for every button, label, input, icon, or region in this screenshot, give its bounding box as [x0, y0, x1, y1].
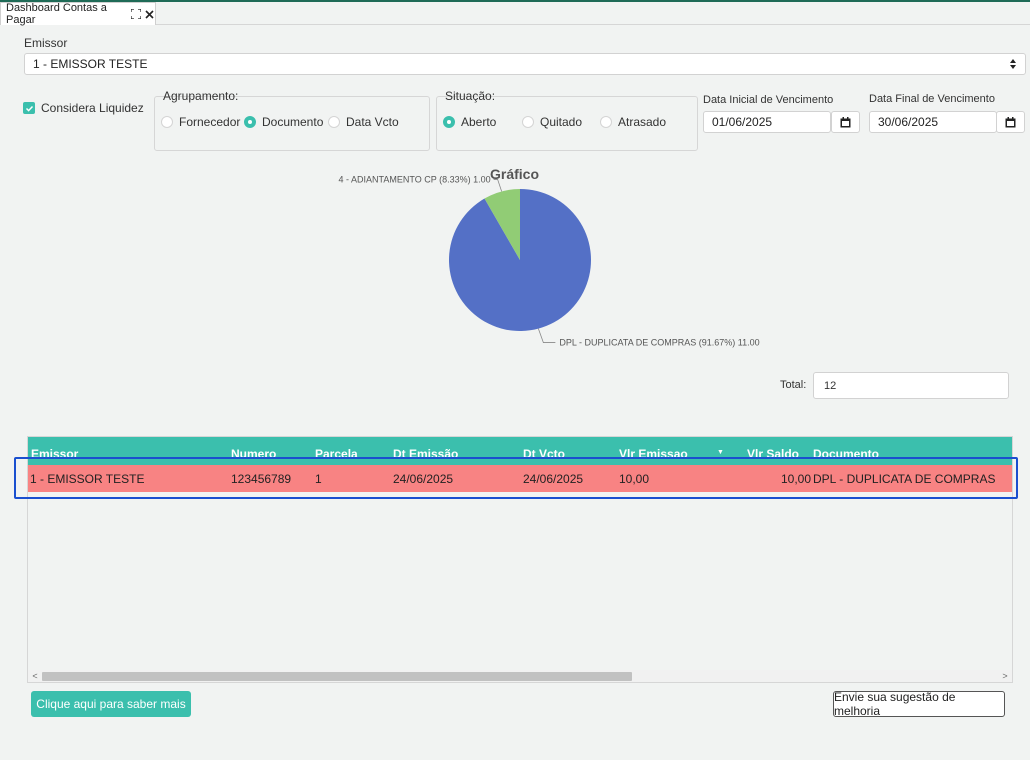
select-arrows-icon: [1010, 59, 1016, 69]
scrollbar-thumb[interactable]: [42, 672, 632, 681]
radio-aberto-label: Aberto: [461, 115, 497, 129]
radio-documento-label: Documento: [262, 115, 324, 129]
data-grid: Emissor Numero Parcela Dt Emissão Dt Vct…: [27, 436, 1013, 683]
radio-off-icon: [161, 116, 173, 128]
cell-vlr-saldo: 10,00: [781, 472, 812, 486]
column-header-vlr-emissao[interactable]: Vlr Emissao: [619, 447, 688, 461]
sort-down-icon[interactable]: ▼: [717, 449, 724, 456]
table-row[interactable]: 1 - EMISSOR TESTE 123456789 1 24/06/2025…: [28, 465, 1012, 492]
radio-atrasado[interactable]: Atrasado: [600, 115, 666, 129]
pie-slice-label: 4 - ADIANTAMENTO CP (8.33%) 1.00: [339, 174, 491, 184]
calendar-icon[interactable]: [996, 111, 1025, 133]
tab-title: Dashboard Contas a Pagar: [6, 2, 107, 26]
column-header-numero[interactable]: Numero: [231, 447, 276, 461]
radio-atrasado-label: Atrasado: [618, 115, 667, 129]
cell-documento: DPL - DUPLICATA DE COMPRAS: [813, 472, 996, 486]
column-header-dt-vcto[interactable]: Dt Vcto: [523, 447, 565, 461]
data-inicial-label: Data Inicial de Vencimento: [703, 94, 834, 106]
cell-emissor: 1 - EMISSOR TESTE: [30, 472, 145, 486]
radio-on-icon: [244, 116, 256, 128]
considera-liquidez-label: Considera Liquidez: [41, 101, 144, 115]
pie-slice-label: DPL - DUPLICATA DE COMPRAS (91.67%) 11.0…: [559, 338, 759, 348]
radio-documento[interactable]: Documento: [244, 115, 323, 129]
radio-data-vcto[interactable]: Data Vcto: [328, 115, 399, 129]
radio-aberto[interactable]: Aberto: [443, 115, 496, 129]
radio-quitado-label: Quitado: [540, 115, 583, 129]
column-header-documento[interactable]: Documento: [813, 447, 879, 461]
pie-leader-line: [493, 179, 503, 192]
radio-data-vcto-label: Data Vcto: [346, 115, 399, 129]
radio-fornecedor-label: Fornecedor: [179, 115, 241, 129]
emissor-label: Emissor: [24, 36, 68, 50]
pie-chart: DPL - DUPLICATA DE COMPRAS (91.67%) 11.0…: [339, 174, 760, 348]
suggestion-button[interactable]: Envie sua sugestão de melhoria: [833, 690, 1005, 718]
column-header-parcela[interactable]: Parcela: [315, 447, 358, 461]
radio-off-icon: [600, 116, 612, 128]
situacao-title: Situação:: [445, 89, 496, 103]
scroll-left-icon[interactable]: <: [28, 670, 42, 682]
radio-on-icon: [443, 116, 455, 128]
close-icon[interactable]: [143, 8, 155, 21]
tab-bar: Dashboard Contas a Pagar: [0, 2, 1030, 26]
radio-off-icon: [328, 116, 340, 128]
total-label: Total:: [780, 379, 807, 391]
data-final-input[interactable]: 30/06/2025: [869, 111, 997, 133]
considera-liquidez-checkbox[interactable]: Considera Liquidez: [23, 101, 144, 115]
emissor-select-value: 1 - EMISSOR TESTE: [33, 57, 148, 71]
cell-vlr-emissao: 10,00: [619, 472, 650, 486]
cell-numero: 123456789: [231, 472, 292, 486]
column-header-emissor[interactable]: Emissor: [31, 447, 78, 461]
maximize-icon[interactable]: [130, 8, 142, 21]
column-header-dt-emissao[interactable]: Dt Emissão: [393, 447, 458, 461]
scroll-right-icon[interactable]: >: [998, 670, 1012, 682]
radio-quitado[interactable]: Quitado: [522, 115, 582, 129]
cell-dt-emissao: 24/06/2025: [393, 472, 454, 486]
pie-leader-line: [537, 328, 556, 343]
tab-dashboard-contas-a-pagar[interactable]: Dashboard Contas a Pagar: [0, 2, 156, 26]
emissor-select[interactable]: 1 - EMISSOR TESTE: [24, 53, 1026, 75]
horizontal-scrollbar[interactable]: < >: [28, 670, 1012, 682]
data-inicial-input[interactable]: 01/06/2025: [703, 111, 831, 133]
cell-parcela: 1: [315, 472, 322, 486]
radio-fornecedor[interactable]: Fornecedor: [161, 115, 240, 129]
checkbox-checked-icon[interactable]: [23, 102, 35, 114]
radio-off-icon: [522, 116, 534, 128]
agrupamento-title: Agrupamento:: [163, 89, 239, 103]
grid-header: Emissor Numero Parcela Dt Emissão Dt Vct…: [28, 437, 1012, 465]
learn-more-button[interactable]: Clique aqui para saber mais: [31, 691, 191, 717]
calendar-icon[interactable]: [831, 111, 860, 133]
cell-dt-vcto: 24/06/2025: [523, 472, 584, 486]
total-input[interactable]: 12: [813, 372, 1009, 399]
data-final-label: Data Final de Vencimento: [869, 93, 995, 105]
column-header-vlr-saldo[interactable]: Vlr Saldo: [747, 447, 799, 461]
